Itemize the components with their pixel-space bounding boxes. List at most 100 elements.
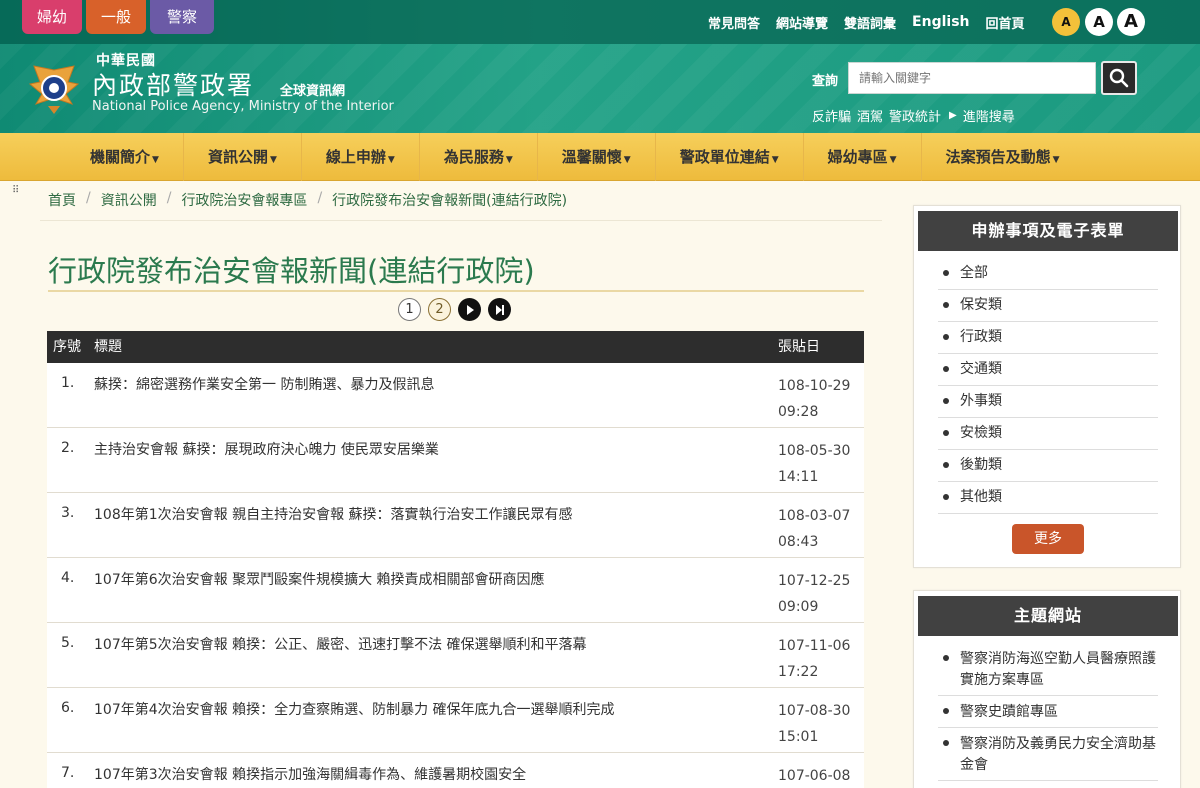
nav-item-police-units[interactable]: 警政單位連結 ▼ — [656, 133, 804, 181]
breadcrumb-info-disclosure[interactable]: 資訊公開 — [101, 190, 157, 210]
nav-label: 為民服務 — [443, 148, 504, 166]
quick-link-drunk-driving[interactable]: 酒駕 — [857, 106, 883, 125]
breadcrumb-home[interactable]: 首頁 — [48, 190, 76, 210]
nav-label: 溫馨關懷 — [561, 148, 622, 166]
logo-agency-name[interactable]: 內政部警政署 — [92, 66, 254, 102]
forms-category-list: 全部 保安類 行政類 交通類 外事類 安檢類 後勤類 其他類 — [938, 258, 1158, 514]
advanced-search-link[interactable]: 進階搜尋 — [963, 106, 1015, 125]
table-header: 序號 標題 張貼日 — [47, 331, 864, 363]
row-number: 2. — [61, 440, 75, 456]
table-row[interactable]: 1. 蘇揆：綿密選務作業安全第一 防制賄選、暴力及假訊息 108-10-29 09… — [47, 363, 864, 428]
row-date-day: 108-03-07 — [778, 508, 851, 524]
row-date: 107-06-08 — [778, 763, 862, 788]
row-title-link[interactable]: 108年第1次治安會報 親自主持治安會報 蘇揆：落實執行治安工作讓民眾有感 — [94, 504, 573, 524]
row-title-link[interactable]: 蘇揆：綿密選務作業安全第一 防制賄選、暴力及假訊息 — [94, 374, 434, 394]
nav-item-legislation[interactable]: 法案預告及動態 ▼ — [922, 133, 1084, 181]
last-page-button[interactable] — [488, 298, 511, 321]
table-row[interactable]: 7. 107年第3次治安會報 賴揆指示加強海關緝毒作為、維護暑期校園安全 107… — [47, 753, 864, 788]
search-input[interactable] — [848, 62, 1096, 94]
category-traffic[interactable]: 交通類 — [938, 354, 1158, 386]
table-row[interactable]: 3. 108年第1次治安會報 親自主持治安會報 蘇揆：落實執行治安工作讓民眾有感… — [47, 493, 864, 558]
header-no: 序號 — [53, 339, 81, 355]
breadcrumb: 首頁 / 資訊公開 / 行政院治安會報專區 / 行政院發布治安會報新聞(連結行政… — [48, 190, 567, 210]
skip-last-icon — [495, 304, 504, 315]
nav-item-women-children[interactable]: 婦幼專區 ▼ — [804, 133, 922, 181]
top-link-glossary[interactable]: 雙語詞彙 — [836, 13, 904, 32]
role-tab-general[interactable]: 一般 — [86, 0, 146, 34]
breadcrumb-separator: / — [86, 190, 91, 206]
row-title-link[interactable]: 107年第3次治安會報 賴揆指示加強海關緝毒作為、維護暑期校園安全 — [94, 764, 526, 784]
row-date: 107-08-30 15:01 — [778, 698, 862, 750]
row-date-day: 107-06-08 — [778, 768, 851, 784]
font-size-large-button[interactable]: A — [1117, 8, 1145, 36]
header-date: 張貼日 — [778, 339, 820, 355]
row-date-day: 107-08-30 — [778, 703, 851, 719]
page-1-button[interactable]: 1 — [398, 298, 421, 321]
police-emblem-icon[interactable] — [26, 60, 82, 116]
theme-site-relief-fund[interactable]: 警察消防及義勇民力安全濟助基金會 — [938, 728, 1158, 781]
row-title-link[interactable]: 107年第4次治安會報 賴揆：全力查察賄選、防制暴力 確保年底九合一選舉順利完成 — [94, 699, 615, 719]
caret-down-icon: ▼ — [889, 155, 897, 165]
caret-down-icon: ▼ — [1052, 155, 1060, 165]
table-row[interactable]: 2. 主持治安會報 蘇揆：展現政府決心魄力 使民眾安居樂業 108-05-30 1… — [47, 428, 864, 493]
row-date-day: 107-12-25 — [778, 573, 851, 589]
quick-link-anti-fraud[interactable]: 反詐騙 — [812, 106, 851, 125]
forms-panel-title: 申辦事項及電子表單 — [918, 211, 1178, 251]
row-date-day: 107-11-06 — [778, 638, 851, 654]
nav-item-care[interactable]: 溫馨關懷 ▼ — [538, 133, 656, 181]
search-button[interactable] — [1101, 61, 1137, 95]
nav-item-public-service[interactable]: 為民服務 ▼ — [420, 133, 538, 181]
table-row[interactable]: 6. 107年第4次治安會報 賴揆：全力查察賄選、防制暴力 確保年底九合一選舉順… — [47, 688, 864, 753]
row-title-link[interactable]: 107年第6次治安會報 聚眾鬥毆案件規模擴大 賴揆責成相關部會研商因應 — [94, 569, 545, 589]
font-size-small-button[interactable]: A — [1052, 8, 1080, 36]
category-security[interactable]: 保安類 — [938, 290, 1158, 322]
title-underline — [48, 290, 864, 292]
more-button[interactable]: 更多 — [1012, 524, 1084, 554]
role-tab-police[interactable]: 警察 — [150, 0, 214, 34]
caret-down-icon: ▼ — [771, 155, 779, 165]
row-title-link[interactable]: 107年第5次治安會報 賴揆：公正、嚴密、迅速打擊不法 確保選舉順利和平落幕 — [94, 634, 587, 654]
top-link-english[interactable]: English — [904, 14, 977, 30]
theme-site-medical-care[interactable]: 警察消防海巡空勤人員醫療照護實施方案專區 — [938, 643, 1158, 696]
top-bar: 婦幼 一般 警察 常見問答 網站導覽 雙語詞彙 English 回首頁 A A … — [0, 0, 1200, 44]
caret-down-icon: ▼ — [505, 155, 513, 165]
table-row[interactable]: 4. 107年第6次治安會報 聚眾鬥毆案件規模擴大 賴揆責成相關部會研商因應 1… — [47, 558, 864, 623]
theme-sites-title: 主題網站 — [918, 596, 1178, 636]
quick-links: 反詐騙 酒駕 警政統計 ▶ 進階搜尋 — [812, 106, 1015, 125]
accesskey-dots-icon[interactable]: ⠿ — [12, 185, 20, 196]
top-link-faq[interactable]: 常見問答 — [700, 13, 768, 32]
nav-label: 機關簡介 — [90, 148, 151, 166]
row-number: 3. — [61, 505, 75, 521]
page-2-button[interactable]: 2 — [428, 298, 451, 321]
quick-link-statistics[interactable]: 警政統計 — [889, 106, 941, 125]
row-date-time: 14:11 — [778, 469, 819, 485]
nav-label: 婦幼專區 — [827, 148, 888, 166]
nav-item-info-disclosure[interactable]: 資訊公開 ▼ — [184, 133, 302, 181]
category-foreign-affairs[interactable]: 外事類 — [938, 386, 1158, 418]
breadcrumb-security-meeting[interactable]: 行政院治安會報專區 — [181, 190, 307, 210]
theme-site-police-museum[interactable]: 警察史蹟館專區 — [938, 696, 1158, 728]
row-title-link[interactable]: 主持治安會報 蘇揆：展現政府決心魄力 使民眾安居樂業 — [94, 439, 439, 459]
nav-item-online-application[interactable]: 線上申辦 ▼ — [302, 133, 420, 181]
table-row[interactable]: 5. 107年第5次治安會報 賴揆：公正、嚴密、迅速打擊不法 確保選舉順利和平落… — [47, 623, 864, 688]
top-link-sitemap[interactable]: 網站導覽 — [768, 13, 836, 32]
search-icon — [1109, 68, 1129, 88]
category-all[interactable]: 全部 — [938, 258, 1158, 290]
nav-item-about[interactable]: 機關簡介 ▼ — [66, 133, 184, 181]
header-title: 標題 — [94, 339, 122, 355]
category-administration[interactable]: 行政類 — [938, 322, 1158, 354]
breadcrumb-current[interactable]: 行政院發布治安會報新聞(連結行政院) — [332, 190, 567, 210]
role-tab-women-children[interactable]: 婦幼 — [22, 0, 82, 34]
top-link-home[interactable]: 回首頁 — [978, 13, 1033, 32]
page-title: 行政院發布治安會報新聞(連結行政院) — [48, 254, 535, 288]
category-other[interactable]: 其他類 — [938, 482, 1158, 514]
font-size-medium-button[interactable]: A — [1085, 8, 1113, 36]
category-inspection[interactable]: 安檢類 — [938, 418, 1158, 450]
row-date: 108-10-29 09:28 — [778, 373, 862, 425]
nav-label: 資訊公開 — [207, 148, 268, 166]
category-logistics[interactable]: 後勤類 — [938, 450, 1158, 482]
logo-english-name: National Police Agency, Ministry of the … — [92, 99, 394, 114]
play-next-icon — [466, 304, 474, 315]
caret-down-icon: ▼ — [623, 155, 631, 165]
next-page-button[interactable] — [458, 298, 481, 321]
